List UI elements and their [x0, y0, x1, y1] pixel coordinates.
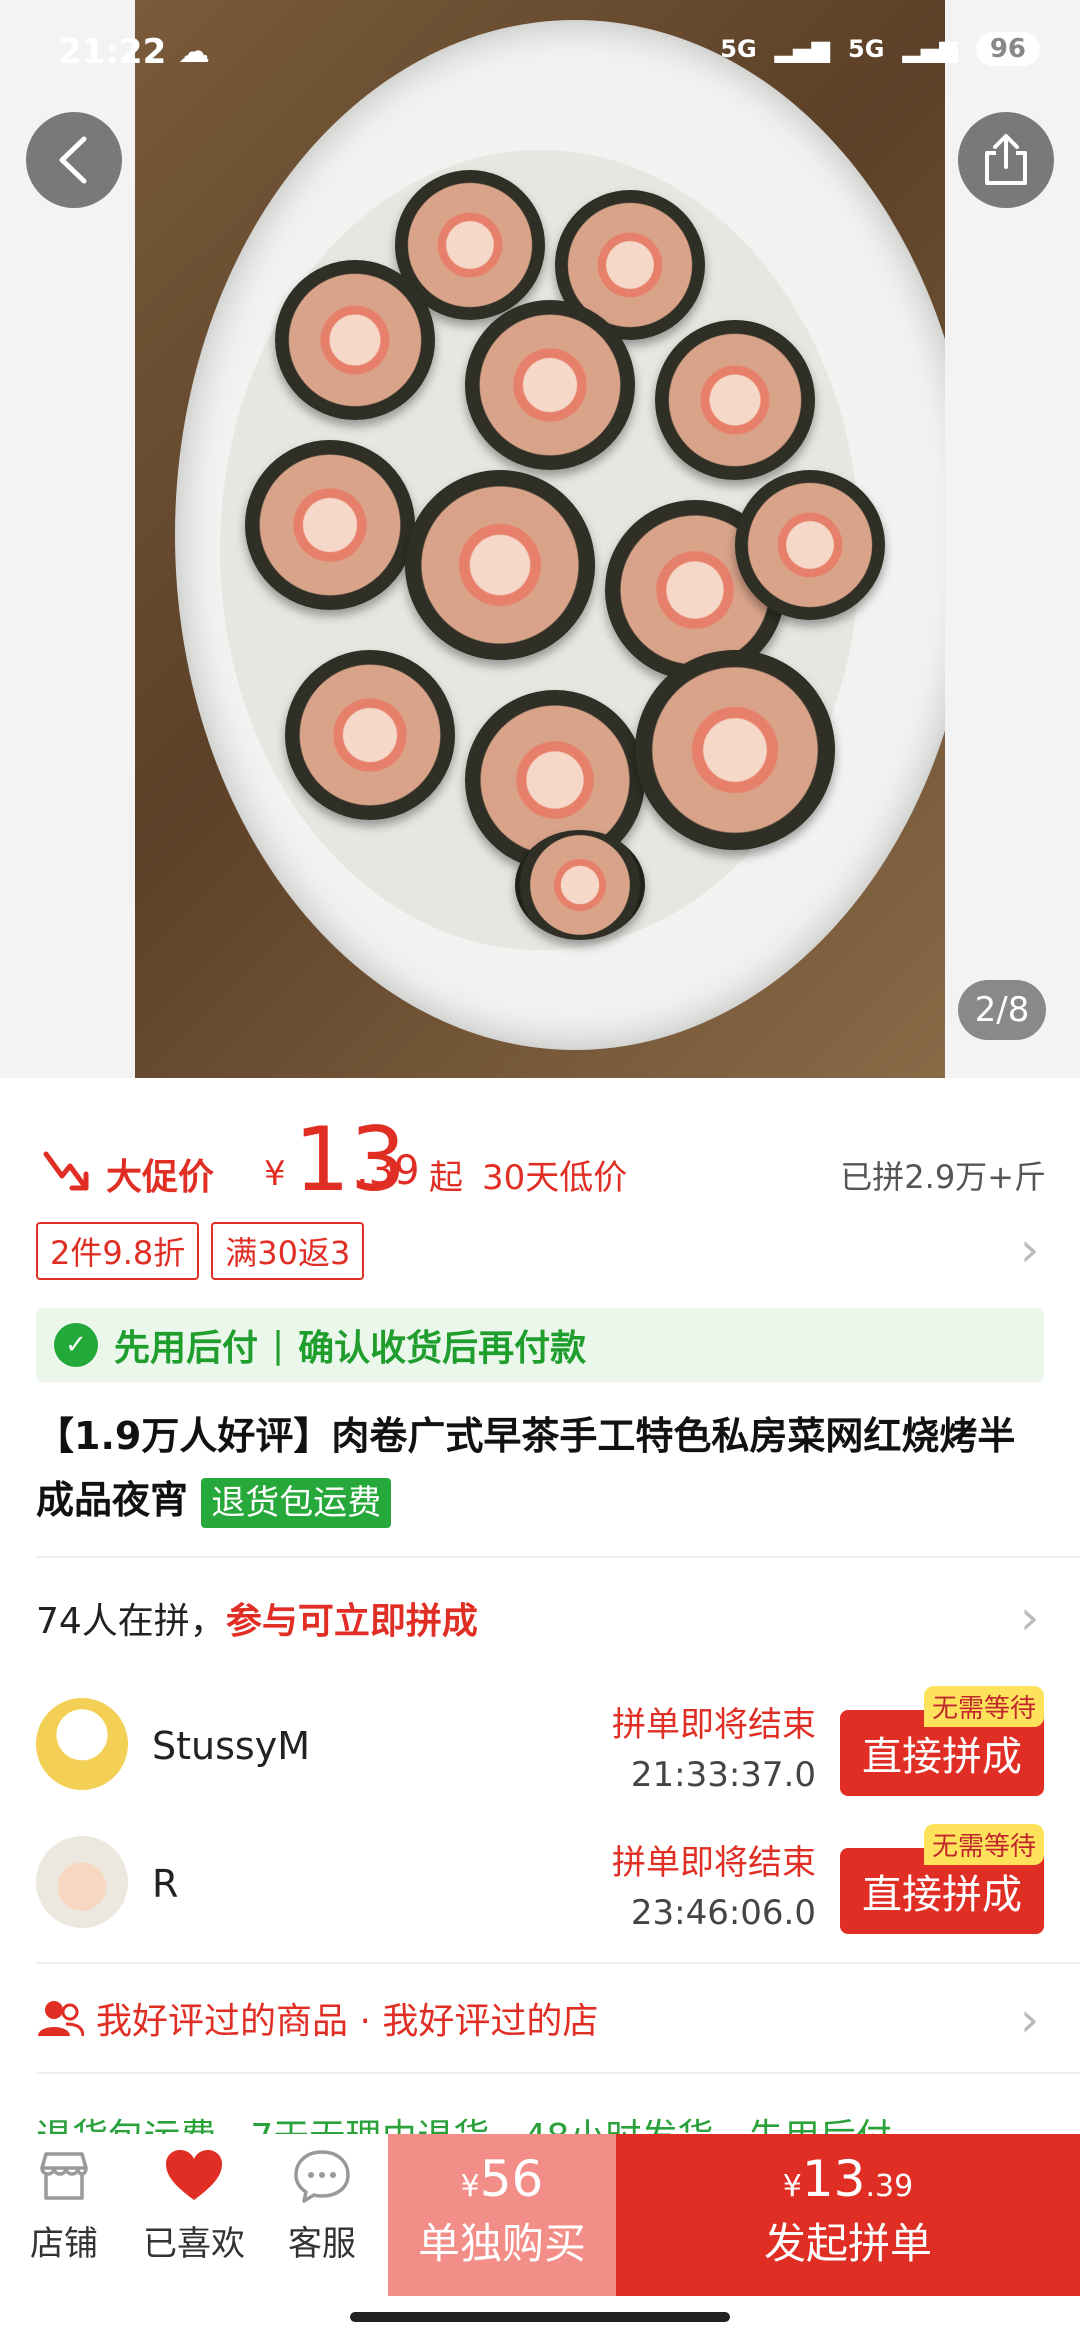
group-end-info: 拼单即将结束 23:46:06.0 [612, 1838, 816, 1938]
divider [36, 1556, 1080, 1558]
group-countdown: 21:33:37.0 [630, 1755, 816, 1795]
separator: | [272, 1324, 285, 1366]
price-down-arrow-icon [43, 1151, 89, 1191]
signal-icon-2: ▂▄▆ [902, 35, 958, 63]
my-reviews-row[interactable]: 我好评过的商品 · 我好评过的店 [36, 1992, 598, 2044]
discount-tag[interactable]: 2件9.8折 [36, 1222, 200, 1280]
my-reviews-text: 我好评过的商品 · 我好评过的店 [96, 2001, 599, 2042]
gallery-page-indicator: 2/8 [958, 980, 1046, 1040]
avatar [36, 1698, 128, 1790]
promo-label: 大促价 [106, 1157, 215, 1198]
share-icon [985, 134, 1027, 185]
food-roll [405, 470, 595, 660]
food-roll [515, 830, 645, 940]
cloud-icon: ☁ [178, 32, 210, 70]
group-buy-price-int: 13 [801, 2150, 866, 2208]
status-time: 21:22 [58, 32, 167, 72]
signal-icon: ▂▄▆ [774, 35, 831, 63]
food-roll [465, 300, 635, 470]
group-end-label: 拼单即将结束 [612, 1843, 816, 1883]
food-roll [275, 260, 435, 420]
chevron-right-icon[interactable]: › [1020, 1996, 1039, 2044]
pay-later-banner[interactable]: ✓ 先用后付 | 确认收货后再付款 [36, 1308, 1044, 1382]
cashback-tag[interactable]: 满30返3 [211, 1222, 365, 1280]
group-countdown: 23:46:06.0 [630, 1893, 816, 1933]
group-cta: 参与可立即拼成 [225, 1601, 478, 1642]
group-end-info: 拼单即将结束 21:33:37.0 [612, 1700, 816, 1800]
customer-service-label: 客服 [288, 2224, 356, 2264]
customer-service-button[interactable]: 客服 [258, 2136, 386, 2265]
chat-bubble-icon [294, 2150, 350, 2203]
share-button[interactable] [958, 112, 1054, 208]
divider [36, 2072, 1080, 2074]
group-row: StussyM 拼单即将结束 21:33:37.0 直接拼成 无需等待 [36, 1686, 1044, 1802]
food-roll [635, 650, 835, 850]
no-wait-badge: 无需等待 [923, 1824, 1044, 1865]
product-gallery[interactable]: 21:22 ☁ 5G ▂▄▆ 5G ▂▄▆ 96 2/8 [0, 0, 1080, 1078]
favorite-label: 已喜欢 [143, 2224, 245, 2264]
heart-icon [166, 2150, 222, 2200]
buy-alone-label: 单独购买 [417, 2219, 586, 2268]
group-buy-price-dec: .39 [865, 2169, 914, 2204]
group-user-name: StussyM [152, 1724, 310, 1768]
service-guarantees[interactable]: 退货包运费 · 7天无理由退货 · 48小时发货 · 先用后付 [36, 2108, 1036, 2134]
back-button[interactable] [26, 112, 122, 208]
food-roll [285, 650, 455, 820]
favorite-button[interactable]: 已喜欢 [130, 2136, 258, 2265]
start-group-buy-button[interactable]: ¥13.39 发起拼单 [616, 2134, 1080, 2296]
food-roll [655, 320, 815, 480]
divider [36, 1962, 1080, 1964]
avatar [36, 1836, 128, 1928]
group-count: 74人在拼， [36, 1601, 226, 1642]
pay-later-desc: 确认收货后再付款 [298, 1328, 587, 1369]
food-roll [735, 470, 885, 620]
chevron-right-icon[interactable]: › [1020, 1226, 1039, 1274]
group-buy-currency: ¥ [782, 2169, 802, 2204]
price-suffix: 起 [429, 1158, 463, 1198]
home-indicator[interactable] [350, 2312, 730, 2322]
status-bar: 21:22 ☁ 5G ▂▄▆ 5G ▂▄▆ 96 [0, 0, 1080, 100]
chevron-left-icon [59, 136, 87, 184]
price-decimal: .39 [356, 1148, 420, 1194]
promo-tags[interactable]: 2件9.8折 满30返3 [36, 1222, 365, 1280]
battery-indicator: 96 [975, 32, 1040, 66]
store-icon [40, 2152, 88, 2200]
buy-alone-price: 56 [479, 2150, 544, 2208]
group-buy-label: 发起拼单 [763, 2219, 932, 2268]
group-end-label: 拼单即将结束 [612, 1705, 816, 1745]
pay-later-label: 先用后付 [114, 1328, 259, 1369]
product-photo [135, 0, 945, 1078]
low-price-tag: 30天低价 [482, 1158, 628, 1198]
group-row: R 拼单即将结束 23:46:06.0 直接拼成 无需等待 [36, 1824, 1044, 1940]
shop-label: 店铺 [30, 2224, 98, 2264]
buy-alone-currency: ¥ [460, 2169, 480, 2204]
sold-count: 已拼2.9万+斤 [840, 1158, 1046, 1196]
return-shipping-badge: 退货包运费 [201, 1477, 392, 1528]
price-row: 大促价 ¥ 13 .39 起 30天低价 已拼2.9万+斤 [36, 1110, 1046, 1220]
network-5g-label: 5G [720, 35, 757, 63]
network-5g-label-2: 5G [848, 35, 885, 63]
buy-alone-button[interactable]: ¥56 单独购买 [388, 2134, 616, 2296]
bottom-action-bar: 店铺 已喜欢 客服 ¥56 单独购买 ¥13.39 发起拼单 [0, 2134, 1080, 2296]
price-currency: ¥ [264, 1154, 286, 1194]
group-buy-header[interactable]: 74人在拼，参与可立即拼成 [36, 1592, 478, 1644]
chevron-right-icon[interactable]: › [1020, 1594, 1039, 1642]
service-guarantees-text: 退货包运费 · 7天无理由退货 · 48小时发货 · 先用后付 [36, 2117, 892, 2134]
pay-later-icon: ✓ [54, 1323, 98, 1367]
group-user-name: R [152, 1862, 179, 1906]
product-title-text: 【1.9万人好评】肉卷广式早茶手工特色私房菜网红烧烤半成品夜宵 [36, 1414, 1016, 1522]
status-right: 5G ▂▄▆ 5G ▂▄▆ 96 [720, 32, 1040, 66]
users-icon [38, 2001, 84, 2037]
no-wait-badge: 无需等待 [923, 1686, 1044, 1727]
product-title: 【1.9万人好评】肉卷广式早茶手工特色私房菜网红烧烤半成品夜宵 退货包运费 [36, 1404, 1046, 1532]
food-roll [245, 440, 415, 610]
shop-button[interactable]: 店铺 [0, 2136, 128, 2265]
